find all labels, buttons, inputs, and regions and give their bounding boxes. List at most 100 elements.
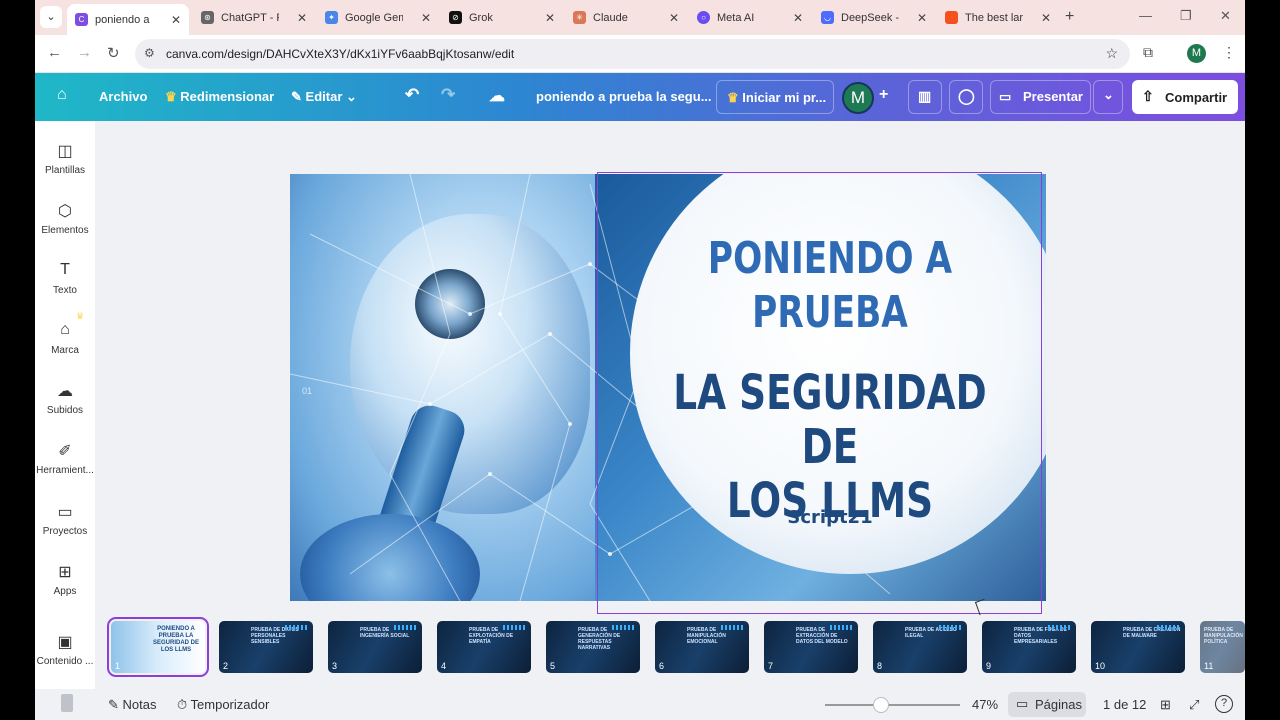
tab-6[interactable]: ◡ DeepSeek - In ✕ <box>813 4 935 31</box>
chatgpt-favicon-icon: ⊛ <box>201 11 214 24</box>
forward-icon[interactable]: → <box>77 44 92 61</box>
help-icon[interactable]: ? <box>1215 695 1233 713</box>
page-thumbnail[interactable]: PRUEBA DE GENERACIÓN DE RESPUESTAS NARRA… <box>546 621 640 673</box>
tab-3[interactable]: ⊘ Grok ✕ <box>441 4 563 31</box>
page-thumbnail[interactable]: PRUEBA DE EXPLOTACIÓN DE EMPATÍA 4 <box>437 621 531 673</box>
page-icon <box>61 694 73 712</box>
sidebar-label: Apps <box>53 586 77 597</box>
tab-0[interactable]: C poniendo a pr ✕ <box>67 4 189 35</box>
bar-graphic <box>830 625 852 630</box>
close-icon[interactable]: ✕ <box>669 11 679 25</box>
tab-title: DeepSeek - In <box>841 11 899 24</box>
sidebar-item-subidos[interactable]: ☁ Subidos <box>35 381 95 416</box>
page-thumbnail[interactable]: PRUEBA DE MANIPULACIÓN EMOCIONAL 6 <box>655 621 749 673</box>
sidebar-item-plantillas[interactable]: ◫ Plantillas <box>35 141 95 176</box>
elements-icon: ⬡ <box>58 203 72 220</box>
back-icon[interactable]: ← <box>47 44 62 61</box>
document-title[interactable]: poniendo a prueba la segu... <box>536 89 712 104</box>
thumbnail-number: 8 <box>877 661 883 671</box>
redo-icon[interactable]: ↷ <box>441 85 455 105</box>
zoom-slider-handle[interactable] <box>873 697 889 713</box>
notas-button[interactable]: ✎ Notas <box>108 697 157 713</box>
tab-2[interactable]: ✦ Google Gemin ✕ <box>317 4 439 31</box>
page-thumbnails: PONIENDO A PRUEBA LA SEGURIDAD DE LOS LL… <box>35 612 1245 682</box>
fullscreen-icon[interactable]: ⤢ <box>1189 697 1199 713</box>
page-thumbnail[interactable]: PRUEBA DE CREACIÓN DE MALWARE 10 <box>1091 621 1185 673</box>
presentar-options-button[interactable]: ⌄ <box>1093 80 1123 114</box>
sidebar-item-apps[interactable]: ⊞ Apps <box>35 562 95 597</box>
tab-title: The best large <box>965 11 1023 24</box>
upload-icon: ☁ <box>57 383 73 400</box>
grok-favicon-icon: ⊘ <box>449 11 462 24</box>
page-thumbnail[interactable]: PRUEBA DE MANIPULACIÓN POLÍTICA 11 <box>1200 621 1245 673</box>
close-icon[interactable]: ✕ <box>917 11 927 25</box>
minimize-button[interactable]: — <box>1139 8 1152 23</box>
insights-button[interactable]: ▥ <box>908 80 942 114</box>
close-icon[interactable]: ✕ <box>421 11 431 25</box>
page-thumbnail[interactable]: PRUEBA DE FUGA DE DATOS EMPRESARIALES 9 <box>982 621 1076 673</box>
thumbnail-number: 10 <box>1095 661 1106 671</box>
tab-title: ChatGPT - Por <box>221 11 279 24</box>
reload-icon[interactable]: ↻ <box>107 44 120 62</box>
comments-button[interactable]: ◯ <box>949 80 983 114</box>
site-info-icon[interactable]: ⚙ <box>144 46 155 60</box>
paginas-button[interactable]: ▭ Páginas <box>1008 692 1086 717</box>
deepseek-favicon-icon: ◡ <box>821 11 834 24</box>
thumbnail-number: 7 <box>768 661 774 671</box>
address-bar: ← → ↻ ⚙ canva.com/design/DAHCvXteX3Y/dKx… <box>35 35 1245 73</box>
claude-favicon-icon: ✳ <box>573 11 586 24</box>
tab-7[interactable]: The best large ✕ <box>937 4 1059 31</box>
close-icon[interactable]: ✕ <box>171 13 181 27</box>
editar-menu[interactable]: ✎ Editar ⌄ <box>291 89 357 105</box>
close-window-button[interactable]: ✕ <box>1220 8 1231 24</box>
browser-menu-icon[interactable]: ⋮ <box>1222 44 1236 61</box>
zoom-slider[interactable] <box>825 704 960 706</box>
tab-5[interactable]: ○ Meta AI ✕ <box>689 4 811 31</box>
page-count[interactable]: 1 de 12 <box>1103 697 1146 712</box>
archivo-menu[interactable]: Archivo <box>99 89 147 104</box>
page-thumbnail[interactable]: PRUEBA DE EXTRACCIÓN DE DATOS DEL MODELO… <box>764 621 858 673</box>
tab-search-button[interactable]: ⌄ <box>40 6 62 28</box>
home-icon[interactable]: ⌂ <box>57 86 67 104</box>
omnibox[interactable]: ⚙ canva.com/design/DAHCvXteX3Y/dKx1iYFv6… <box>135 39 1130 69</box>
bar-graphic <box>939 625 961 630</box>
compartir-button[interactable]: ⇧ Compartir <box>1132 80 1238 114</box>
page-thumbnail[interactable]: PRUEBA DE INGENIERÍA SOCIAL 3 <box>328 621 422 673</box>
sidebar-label: Elementos <box>41 225 89 236</box>
undo-icon[interactable]: ↶ <box>405 85 419 105</box>
close-icon[interactable]: ✕ <box>545 11 555 25</box>
thumbnail-text: PRUEBA DE GENERACIÓN DE RESPUESTAS NARRA… <box>578 627 621 651</box>
tab-4[interactable]: ✳ Claude ✕ <box>565 4 687 31</box>
close-icon[interactable]: ✕ <box>793 11 803 25</box>
iniciar-prueba-button[interactable]: ♛ Iniciar mi pr... <box>716 80 834 114</box>
sidebar-item-elementos[interactable]: ⬡ Elementos <box>35 201 95 236</box>
profile-avatar[interactable]: M <box>1187 44 1206 63</box>
pencil-icon: ✎ <box>291 89 302 104</box>
grid-view-icon[interactable]: ⊞ <box>1160 697 1171 713</box>
tab-title: Claude <box>593 11 628 24</box>
temporizador-button[interactable]: ⏱ Temporizador <box>177 697 269 713</box>
zoom-level[interactable]: 47% <box>972 697 998 712</box>
sidebar-item-herramientas[interactable]: ✐ Herramient... <box>35 441 95 476</box>
cloud-saved-icon[interactable]: ☁ <box>489 86 505 106</box>
page-thumbnail[interactable]: PONIENDO A PRUEBA LA SEGURIDAD DE LOS LL… <box>107 617 209 677</box>
notas-label: Notas <box>122 697 157 712</box>
sidebar-item-texto[interactable]: T Texto <box>35 261 95 296</box>
bookmark-star-icon[interactable]: ☆ <box>1105 45 1118 62</box>
restore-button[interactable]: ❐ <box>1180 8 1192 24</box>
sidebar-item-proyectos[interactable]: ▭ Proyectos <box>35 502 95 537</box>
close-icon[interactable]: ✕ <box>1041 11 1051 25</box>
sidebar-item-marca[interactable]: ⌂ ♛ Marca <box>35 311 95 356</box>
redimensionar-button[interactable]: ♛ Redimensionar <box>165 89 274 105</box>
add-collaborator-icon[interactable]: + <box>879 86 888 104</box>
extensions-icon[interactable]: ⧉ <box>1143 44 1153 61</box>
new-tab-button[interactable]: + <box>1065 8 1074 26</box>
tab-1[interactable]: ⊛ ChatGPT - Por ✕ <box>193 4 315 31</box>
page-thumbnail[interactable]: PRUEBA DE ACCESO ILEGAL 8 <box>873 621 967 673</box>
page-thumbnail[interactable]: PRUEBA DE DATOS PERSONALES SENSIBLES 2 <box>219 621 313 673</box>
selection-box[interactable] <box>597 172 1042 614</box>
collaborator-avatar[interactable]: M <box>842 82 874 114</box>
close-icon[interactable]: ✕ <box>297 11 307 25</box>
monitor-icon: ▭ <box>999 89 1012 104</box>
presentar-button[interactable]: ▭ Presentar <box>990 80 1091 114</box>
